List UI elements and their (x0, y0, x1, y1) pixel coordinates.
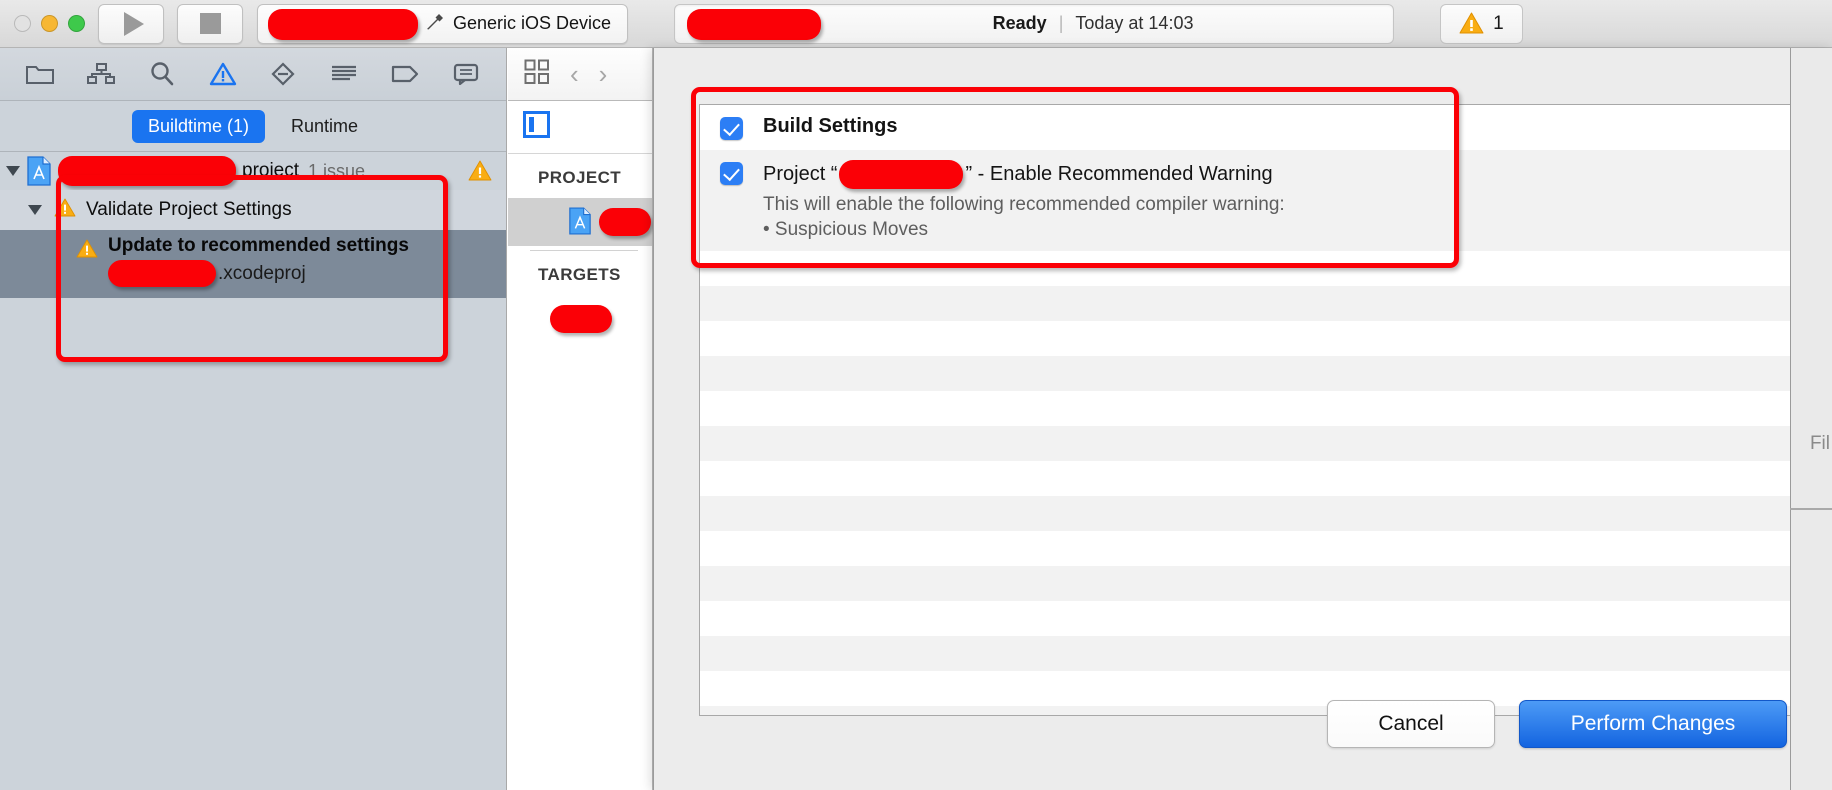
option-warning-title-suffix: ” - Enable Recommended Warning (965, 163, 1273, 185)
scheme-destination-selector[interactable]: 〉 Generic iOS Device (257, 3, 629, 44)
forward-arrow-icon[interactable]: › (599, 59, 608, 90)
grid-icon[interactable] (524, 59, 550, 90)
stop-icon (199, 13, 221, 34)
changes-list: Build Settings Project “ ” - Enable Reco… (699, 104, 1799, 716)
navigator-panel: Buildtime (1) Runtime project 1 issue Va… (0, 48, 507, 790)
xcode-project-icon-small (568, 207, 594, 237)
issue-row-project-detail: 1 issue (308, 160, 366, 181)
project-item-redaction (599, 208, 651, 236)
warning-triangle-icon (1459, 12, 1484, 35)
status-timestamp: Today at 14:03 (1075, 13, 1194, 33)
hierarchy-icon[interactable] (83, 59, 119, 89)
issue-row-update-label: Update to recommended settings (108, 235, 409, 256)
disclosure-triangle-project[interactable] (0, 166, 26, 176)
project-name-redaction (58, 156, 236, 186)
issue-row-update[interactable]: Update to recommended settings .xcodepro… (0, 230, 506, 298)
status-bar[interactable]: Ready | Today at 14:03 (674, 3, 1395, 44)
list-filler-row (700, 566, 1798, 601)
warning-indicator[interactable]: 1 (1440, 3, 1523, 44)
tag-icon[interactable] (387, 59, 423, 89)
project-navigator-sidebar: PROJECT TARGETS (508, 101, 653, 790)
issue-row-update-detail: .xcodeproj (218, 262, 306, 284)
status-state: Ready (992, 13, 1047, 33)
utility-panel-label: Fil (1809, 433, 1830, 454)
navigator-icon-bar (0, 48, 506, 101)
option-warning-bullet: • Suspicious Moves (763, 219, 929, 240)
list-filler-row (700, 461, 1798, 496)
editor-jump-bar: ‹ › (508, 48, 653, 101)
utility-panel: Fil (1790, 48, 1832, 790)
warning-triangle-icon[interactable] (205, 59, 241, 89)
minimize-button[interactable] (41, 15, 58, 32)
issue-row-validate-label: Validate Project Settings (86, 199, 292, 220)
back-arrow-icon[interactable]: ‹ (570, 59, 579, 90)
perform-changes-button[interactable]: Perform Changes (1519, 700, 1787, 748)
status-separator: | (1058, 13, 1064, 33)
status-project-redaction (687, 8, 822, 40)
update-warning-icon (76, 239, 98, 264)
list-filler-row (700, 496, 1798, 531)
navigator-scope-tabs: Buildtime (1) Runtime (0, 101, 506, 152)
tab-runtime[interactable]: Runtime (275, 110, 374, 143)
list-filler-row (700, 356, 1798, 391)
project-section-header: PROJECT (538, 168, 622, 187)
list-filler-row (700, 636, 1798, 671)
option-row-build-settings[interactable]: Build Settings (700, 105, 1798, 150)
issue-row-project[interactable]: project 1 issue (0, 152, 506, 190)
utility-panel-divider (1790, 508, 1832, 510)
issue-list: project 1 issue Validate Project Setting… (0, 152, 506, 790)
scheme-name-redaction (268, 8, 418, 40)
cancel-button[interactable]: Cancel (1327, 700, 1495, 748)
speech-bubble-icon[interactable] (448, 59, 484, 89)
option-warning-project-redaction (839, 160, 964, 189)
validate-warning-icon (54, 198, 76, 223)
warning-count: 1 (1493, 12, 1504, 34)
run-button[interactable] (98, 3, 164, 44)
window-controls (0, 15, 85, 32)
list-filler-row (700, 426, 1798, 461)
diamond-minus-icon[interactable] (265, 59, 301, 89)
list-filler-row (700, 321, 1798, 356)
disclosure-triangle-validate[interactable] (22, 205, 48, 215)
run-icon (123, 11, 144, 36)
list-filler-row (700, 391, 1798, 426)
panel-toggle-icon[interactable] (523, 111, 550, 143)
target-item-row[interactable] (508, 295, 652, 343)
project-sidebar-toolbar (508, 101, 652, 154)
list-filler-row (700, 531, 1798, 566)
option-build-settings-label: Build Settings (763, 115, 898, 137)
app-window: 〉 Generic iOS Device Ready | Today at 14… (0, 0, 1832, 790)
list-filler-row (700, 286, 1798, 321)
zoom-button[interactable] (68, 15, 85, 32)
folder-icon[interactable] (22, 59, 58, 89)
list-filler-row (700, 601, 1798, 636)
issue-row-validate[interactable]: Validate Project Settings (0, 190, 506, 230)
recommended-settings-sheet: Build Settings Project “ ” - Enable Reco… (653, 48, 1832, 790)
issue-row-project-label: project (242, 160, 300, 181)
option-row-enable-warning[interactable]: Project “ ” - Enable Recommended Warning… (700, 150, 1798, 251)
checkbox-build-settings[interactable] (720, 117, 743, 140)
list-filler-row (700, 251, 1798, 286)
sheet-button-row: Cancel Perform Changes (1327, 700, 1787, 748)
close-button[interactable] (14, 15, 31, 32)
option-warning-description: This will enable the following recommend… (763, 194, 1285, 215)
destination-name: Generic iOS Device (453, 13, 612, 33)
xcodeproj-name-redaction (108, 260, 216, 287)
search-icon[interactable] (144, 59, 180, 89)
xcode-project-icon (26, 156, 52, 186)
debug-lines-icon[interactable] (326, 59, 362, 89)
hammer-icon (424, 10, 446, 38)
option-warning-title-prefix: Project “ (763, 163, 838, 185)
issue-row-project-warning-icon (468, 160, 492, 187)
tab-buildtime[interactable]: Buildtime (1) (131, 109, 265, 143)
target-item-redaction (550, 305, 612, 333)
targets-section-header: TARGETS (538, 265, 621, 284)
checkbox-enable-warning[interactable] (720, 162, 743, 185)
stop-button[interactable] (177, 3, 243, 44)
toolbar: 〉 Generic iOS Device Ready | Today at 14… (0, 0, 1832, 48)
project-item-row[interactable] (508, 198, 652, 246)
